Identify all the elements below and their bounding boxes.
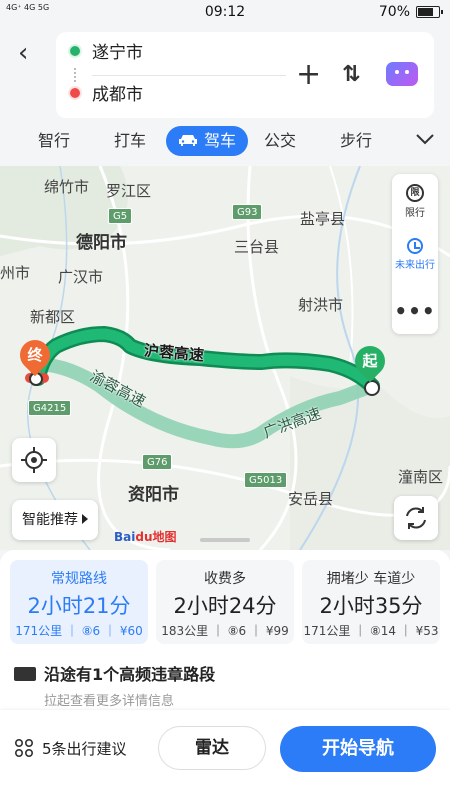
locate-button[interactable] bbox=[12, 438, 56, 482]
route-card[interactable]: 常规路线 2小时21分 171公里 ｜ ⑧6 ｜ ¥60 bbox=[10, 560, 148, 644]
sheet-drag-handle[interactable] bbox=[200, 538, 250, 542]
divider bbox=[92, 75, 286, 76]
baidu-map-logo: Baidu地图 bbox=[114, 528, 177, 545]
place-label: 安岳县 bbox=[288, 490, 334, 508]
battery-icon bbox=[416, 6, 443, 18]
crosshair-icon bbox=[21, 447, 47, 473]
route-card-meta: 171公里 ｜ ⑧14 ｜ ¥53 bbox=[303, 624, 439, 638]
violation-warning[interactable]: 沿途有1个高频违章路段 bbox=[14, 662, 434, 688]
destination-dot-icon bbox=[70, 88, 80, 98]
swap-route-icon[interactable]: ⇅ bbox=[342, 62, 361, 88]
back-arrow-icon[interactable]: ‹ bbox=[18, 40, 44, 66]
tab-taxi[interactable]: 打车 bbox=[114, 126, 146, 156]
place-label: 广汉市 bbox=[58, 268, 104, 286]
route-sheet: 常规路线 2小时21分 171公里 ｜ ⑧6 ｜ ¥60 收费多 2小时24分 … bbox=[0, 550, 450, 800]
battery-fill bbox=[418, 8, 434, 16]
highway-shield: G76 bbox=[142, 454, 173, 470]
add-waypoint-icon[interactable]: + bbox=[296, 60, 321, 90]
place-label: 德阳市 bbox=[76, 233, 127, 253]
traffic-limit-button[interactable]: 限 限行 bbox=[392, 184, 438, 219]
play-triangle-icon bbox=[82, 514, 88, 524]
camera-icon bbox=[14, 666, 36, 681]
logo-part: du地图 bbox=[135, 530, 177, 544]
highway-shield: G5 bbox=[108, 208, 133, 224]
radar-button[interactable]: 雷达 bbox=[158, 726, 266, 770]
battery-percent: 70% bbox=[378, 4, 410, 20]
place-label: 射洪市 bbox=[298, 296, 344, 314]
chevron-down-icon[interactable] bbox=[414, 128, 436, 150]
highway-shield: G5013 bbox=[244, 472, 288, 488]
place-label: 罗江区 bbox=[106, 182, 152, 200]
tab-drive-label: 驾车 bbox=[204, 131, 237, 150]
route-card-meta: 171公里 ｜ ⑧6 ｜ ¥60 bbox=[15, 624, 143, 638]
route-input-box: 遂宁市 成都市 + ⇅ bbox=[56, 32, 434, 118]
smart-recommend-button[interactable]: 智能推荐 bbox=[12, 500, 98, 540]
route-card-time: 2小时21分 bbox=[27, 594, 131, 618]
refresh-button[interactable] bbox=[394, 496, 438, 540]
car-icon bbox=[179, 135, 197, 146]
violation-warning-text: 沿途有1个高频违章路段 bbox=[44, 665, 216, 684]
logo-part: Bai bbox=[114, 530, 136, 544]
origin-dot-icon bbox=[70, 46, 80, 56]
status-bar: 4G⁺ 4G 5G 09:12 70% bbox=[0, 0, 450, 24]
highway-shield: G93 bbox=[232, 204, 263, 220]
route-header: ‹ 遂宁市 成都市 + ⇅ 智行 打车 驾车 公交 步行 bbox=[0, 24, 450, 166]
highway-shield: G4215 bbox=[28, 400, 72, 416]
place-label: 潼南区 bbox=[398, 468, 444, 486]
destination-text: 成都市 bbox=[92, 85, 143, 105]
refresh-icon bbox=[406, 507, 426, 529]
traffic-limit-icon: 限 bbox=[406, 184, 424, 202]
place-label: 州市 bbox=[0, 264, 31, 282]
origin-field[interactable]: 遂宁市 bbox=[70, 38, 290, 68]
place-label: 盐亭县 bbox=[300, 210, 346, 228]
route-card[interactable]: 拥堵少 车道少 2小时35分 171公里 ｜ ⑧14 ｜ ¥53 bbox=[302, 560, 440, 644]
tab-transit[interactable]: 公交 bbox=[264, 126, 296, 156]
violation-warning-hint: 拉起查看更多详情信息 bbox=[44, 694, 175, 709]
route-card-title: 拥堵少 车道少 bbox=[326, 571, 416, 587]
destination-marker-text: 终 bbox=[27, 346, 43, 364]
destination-marker: 终 bbox=[13, 333, 57, 377]
more-dots-icon[interactable]: ••• bbox=[392, 301, 438, 321]
start-navigation-button[interactable]: 开始导航 bbox=[280, 726, 436, 772]
route-card-title: 收费多 bbox=[204, 571, 246, 587]
grid-icon bbox=[14, 738, 34, 757]
place-label: 三台县 bbox=[234, 238, 280, 256]
origin-marker: 起 bbox=[348, 339, 392, 383]
place-label: 资阳市 bbox=[128, 485, 179, 505]
clock-icon bbox=[407, 238, 423, 254]
destination-field[interactable]: 成都市 bbox=[70, 80, 290, 110]
action-bar: 5条出行建议 雷达 开始导航 bbox=[0, 710, 450, 800]
trip-suggestions-button[interactable]: 5条出行建议 bbox=[14, 734, 127, 764]
tab-smart[interactable]: 智行 bbox=[38, 126, 70, 156]
future-trip-button[interactable]: 未来出行 bbox=[392, 238, 438, 271]
route-map[interactable]: 绵竹市 罗江区 德阳市 盐亭县 三台县 州市 广汉市 射洪市 新都区 资阳市 安… bbox=[0, 166, 450, 550]
smart-recommend-label: 智能推荐 bbox=[22, 512, 78, 528]
route-card-meta: 183公里 ｜ ⑧6 ｜ ¥99 bbox=[161, 624, 289, 638]
place-label: 新都区 bbox=[30, 308, 76, 326]
origin-text: 遂宁市 bbox=[92, 43, 143, 63]
route-card[interactable]: 收费多 2小时24分 183公里 ｜ ⑧6 ｜ ¥99 bbox=[156, 560, 294, 644]
tab-walk[interactable]: 步行 bbox=[340, 126, 372, 156]
trip-suggestions-label: 5条出行建议 bbox=[42, 740, 127, 758]
travel-mode-tabs: 智行 打车 驾车 公交 步行 bbox=[0, 122, 450, 158]
traffic-limit-label: 限行 bbox=[405, 208, 425, 219]
future-trip-label: 未来出行 bbox=[395, 260, 435, 271]
route-card-time: 2小时35分 bbox=[319, 594, 423, 618]
route-card-time: 2小时24分 bbox=[173, 594, 277, 618]
map-tools-panel: 限 限行 未来出行 ••• bbox=[392, 174, 438, 334]
voice-assistant-icon[interactable] bbox=[386, 62, 418, 86]
tab-drive[interactable]: 驾车 bbox=[166, 126, 249, 156]
place-label: 绵竹市 bbox=[44, 178, 90, 196]
route-card-title: 常规路线 bbox=[51, 571, 107, 587]
origin-marker-text: 起 bbox=[362, 352, 378, 370]
